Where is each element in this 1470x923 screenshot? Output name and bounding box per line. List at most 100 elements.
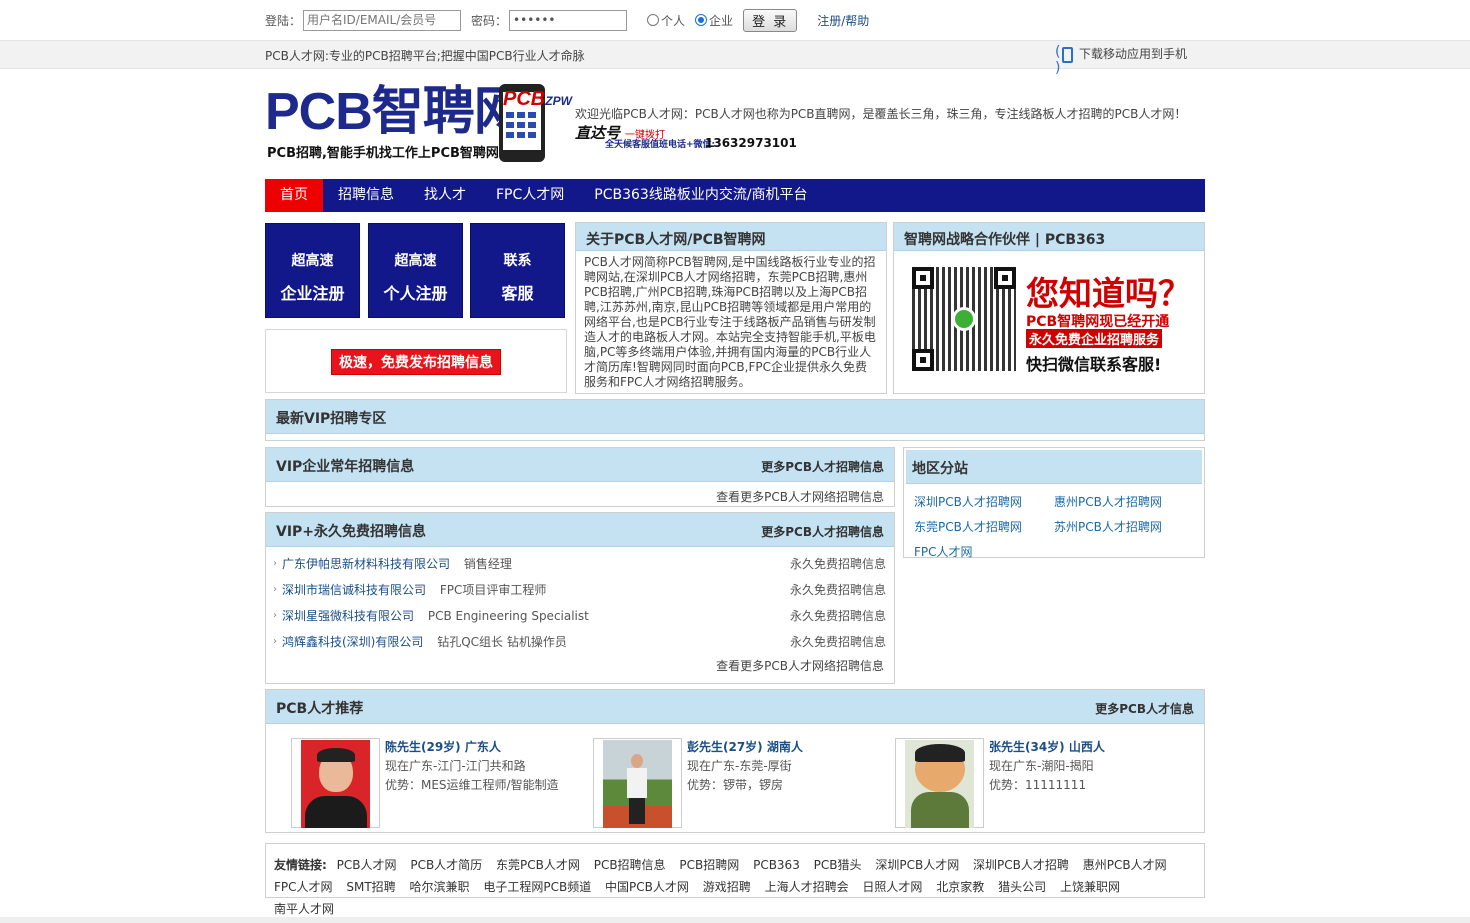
region-link-suzhou[interactable]: 苏州PCB人才招聘网 <box>1054 515 1194 540</box>
ad-line-2: 永久免费企业招聘服务 <box>1026 329 1163 348</box>
talent-photo[interactable] <box>593 738 682 828</box>
welcome-text: 欢迎光临PCB人才网：PCB人才网也称为PCB直聘网，是覆盖长三角，珠三角，专注… <box>575 107 1187 121</box>
friend-link[interactable]: PCB招聘网 <box>679 858 739 872</box>
friend-link[interactable]: 上饶兼职网 <box>1060 880 1120 894</box>
vip-annual-more-line[interactable]: 查看更多PCB人才网络招聘信息 <box>716 490 884 504</box>
region-link-huizhou[interactable]: 惠州PCB人才招聘网 <box>1054 490 1194 515</box>
hotline-service-label: 全天候客服值班电话+微信: <box>605 140 716 150</box>
talent-name[interactable]: 陈先生(29岁) 广东人 <box>385 738 501 755</box>
login-button[interactable]: 登 录 <box>743 8 798 32</box>
friend-link[interactable]: PCB猎头 <box>814 858 862 872</box>
personal-register-button[interactable]: 超高速 个人注册 <box>368 223 463 318</box>
friend-link[interactable]: FPC人才网 <box>274 880 333 894</box>
nav-pcb363[interactable]: PCB363线路板业内交流/商机平台 <box>579 179 822 212</box>
region-link-shenzhen[interactable]: 深圳PCB人才招聘网 <box>914 490 1054 515</box>
talent-location: 现在广东-潮阳-揭阳 <box>989 759 1094 773</box>
vip-annual-panel: VIP企业常年招聘信息 更多PCB人才招聘信息 查看更多PCB人才网络招聘信息 <box>265 447 895 507</box>
ad-line-3: 快扫微信联系客服! <box>1026 355 1162 374</box>
job-tag: 永久免费招聘信息 <box>789 635 886 649</box>
radio-company-label: 企业 <box>709 13 734 28</box>
friend-link[interactable]: PCB招聘信息 <box>594 858 666 872</box>
login-bar: 登陆： 密码： 个人 企业 登 录 注册/帮助 <box>265 8 869 32</box>
friend-link[interactable]: 北京家教 <box>936 880 984 894</box>
job-position-link[interactable]: 销售经理 <box>464 557 512 571</box>
talent-card[interactable]: 彭先生(27岁) 湖南人 现在广东-东莞-厚街 优势：锣带，锣房 <box>593 738 863 828</box>
friend-link[interactable]: 惠州PCB人才网 <box>1083 858 1167 872</box>
radio-company[interactable] <box>695 14 708 26</box>
contact-service-button[interactable]: 联系 客服 <box>470 223 565 318</box>
talent-name[interactable]: 张先生(34岁) 山西人 <box>989 738 1105 755</box>
password-input[interactable] <box>509 9 628 31</box>
logo-main-text: PCB智聘网 <box>265 83 526 141</box>
friend-link[interactable]: SMT招聘 <box>346 880 395 894</box>
friend-link[interactable]: PCB363 <box>753 858 800 872</box>
talent-card[interactable]: 张先生(34岁) 山西人 现在广东-潮阳-揭阳 优势：11111111 <box>895 738 1165 828</box>
job-company-link[interactable]: 深圳星强微科技有限公司 <box>282 609 414 623</box>
friend-link[interactable]: PCB人才网 <box>337 858 397 872</box>
friend-links: 友情链接: PCB人才网 PCB人才简历 东莞PCB人才网 PCB招聘信息 PC… <box>265 843 1205 916</box>
publish-box: 极速，免费发布招聘信息 <box>265 329 567 393</box>
about-text: PCB人才网简称PCB智聘网,是中国线路板行业专业的招聘网站,在深圳PCB人才网… <box>584 255 876 389</box>
region-link-dongguan[interactable]: 东莞PCB人才招聘网 <box>914 515 1054 540</box>
ad-line-1: PCB智聘网现已经开通 <box>1026 314 1170 330</box>
vip-free-more-link[interactable]: 更多PCB人才招聘信息 <box>761 523 884 540</box>
talent-more-link[interactable]: 更多PCB人才信息 <box>1095 700 1194 717</box>
hotline-block[interactable]: 直达号 一键拨打 全天候客服值班电话+微信: 13632973101 <box>575 124 805 154</box>
main-nav: 首页 招聘信息 找人才 FPC人才网 PCB363线路板业内交流/商机平台 <box>265 179 1205 212</box>
about-title: 关于PCB人才网/PCB智聘网 <box>586 232 766 248</box>
site-slogan: PCB人才网:专业的PCB招聘平台;把握中国PCB行业人才命脉 <box>265 49 585 63</box>
talent-name[interactable]: 彭先生(27岁) 湖南人 <box>687 738 803 755</box>
friend-link[interactable]: 日照人才网 <box>862 880 922 894</box>
job-position-link[interactable]: PCB Engineering Specialist <box>428 609 589 623</box>
friend-link[interactable]: PCB人才简历 <box>410 858 482 872</box>
nav-home[interactable]: 首页 <box>265 179 323 212</box>
job-tag: 永久免费招聘信息 <box>789 609 886 623</box>
talent-title: PCB人才推荐 <box>276 701 364 717</box>
footer-strip <box>0 917 1470 923</box>
vip-annual-more-link[interactable]: 更多PCB人才招聘信息 <box>761 458 884 475</box>
site-logo[interactable]: PCB智聘网 PCB招聘,智能手机找工作上PCB智聘网 PCBZPW <box>265 83 577 164</box>
mobile-download-label: 下载移动应用到手机 <box>1079 47 1188 61</box>
username-label: 登陆： <box>265 13 302 28</box>
job-company-link[interactable]: 深圳市瑞信诚科技有限公司 <box>282 583 426 597</box>
vip-free-more-line[interactable]: 查看更多PCB人才网络招聘信息 <box>716 659 884 673</box>
job-position-link[interactable]: 钻孔QC组长 钻机操作员 <box>437 635 567 649</box>
job-company-link[interactable]: 广东伊帕思新材料科技有限公司 <box>282 557 450 571</box>
nav-jobs[interactable]: 招聘信息 <box>323 179 409 212</box>
job-row: › 深圳市瑞信诚科技有限公司 FPC项目评审工程师 永久免费招聘信息 <box>266 577 894 603</box>
job-position-link[interactable]: FPC项目评审工程师 <box>440 583 547 597</box>
friend-link[interactable]: 中国PCB人才网 <box>605 880 689 894</box>
mobile-download-link[interactable]: 下载移动应用到手机 <box>1055 44 1188 76</box>
partner-title: 智聘网战略合作伙伴 | PCB363 <box>904 232 1106 248</box>
job-company-link[interactable]: 鸿辉鑫科技(深圳)有限公司 <box>282 635 423 649</box>
region-title: 地区分站 <box>912 461 968 477</box>
username-input[interactable] <box>303 9 462 31</box>
register-help-link[interactable]: 注册/帮助 <box>817 12 869 29</box>
friend-link[interactable]: 猎头公司 <box>998 880 1046 894</box>
friend-link[interactable]: 哈尔滨兼职 <box>410 880 470 894</box>
radio-personal[interactable] <box>647 14 660 26</box>
hotline-number: 13632973101 <box>705 136 797 150</box>
slogan-strip: PCB人才网:专业的PCB招聘平台;把握中国PCB行业人才命脉 下载移动应用到手… <box>0 40 1470 76</box>
company-register-button[interactable]: 超高速 企业注册 <box>265 223 360 318</box>
friend-link[interactable]: 游戏招聘 <box>703 880 751 894</box>
publish-job-button[interactable]: 极速，免费发布招聘信息 <box>331 349 501 375</box>
friend-link[interactable]: 深圳PCB人才招聘 <box>973 858 1069 872</box>
vip-zone-title: 最新VIP招聘专区 <box>276 411 387 427</box>
friend-link[interactable]: 深圳PCB人才网 <box>875 858 959 872</box>
talent-card[interactable]: 陈先生(29岁) 广东人 现在广东-江门-江门共和路 优势：MES运维工程师/智… <box>291 738 561 828</box>
friend-link[interactable]: 南平人才网 <box>274 902 334 916</box>
talent-photo[interactable] <box>291 738 380 828</box>
talent-advantage: 优势：MES运维工程师/智能制造 <box>385 778 559 792</box>
vip-annual-title: VIP企业常年招聘信息 <box>276 459 415 475</box>
about-panel: 关于PCB人才网/PCB智聘网 PCB人才网简称PCB智聘网,是中国线路板行业专… <box>575 222 887 394</box>
talent-photo[interactable] <box>895 738 984 828</box>
friend-link[interactable]: 上海人才招聘会 <box>765 880 849 894</box>
friend-link[interactable]: 东莞PCB人才网 <box>496 858 580 872</box>
talent-advantage: 优势：锣带，锣房 <box>687 778 784 792</box>
region-link-fpc[interactable]: FPC人才网 <box>914 540 1054 565</box>
nav-fpc[interactable]: FPC人才网 <box>481 179 579 212</box>
chevron-right-icon: › <box>273 584 277 595</box>
friend-link[interactable]: 电子工程网PCB频道 <box>483 880 591 894</box>
nav-find-talent[interactable]: 找人才 <box>409 179 481 212</box>
